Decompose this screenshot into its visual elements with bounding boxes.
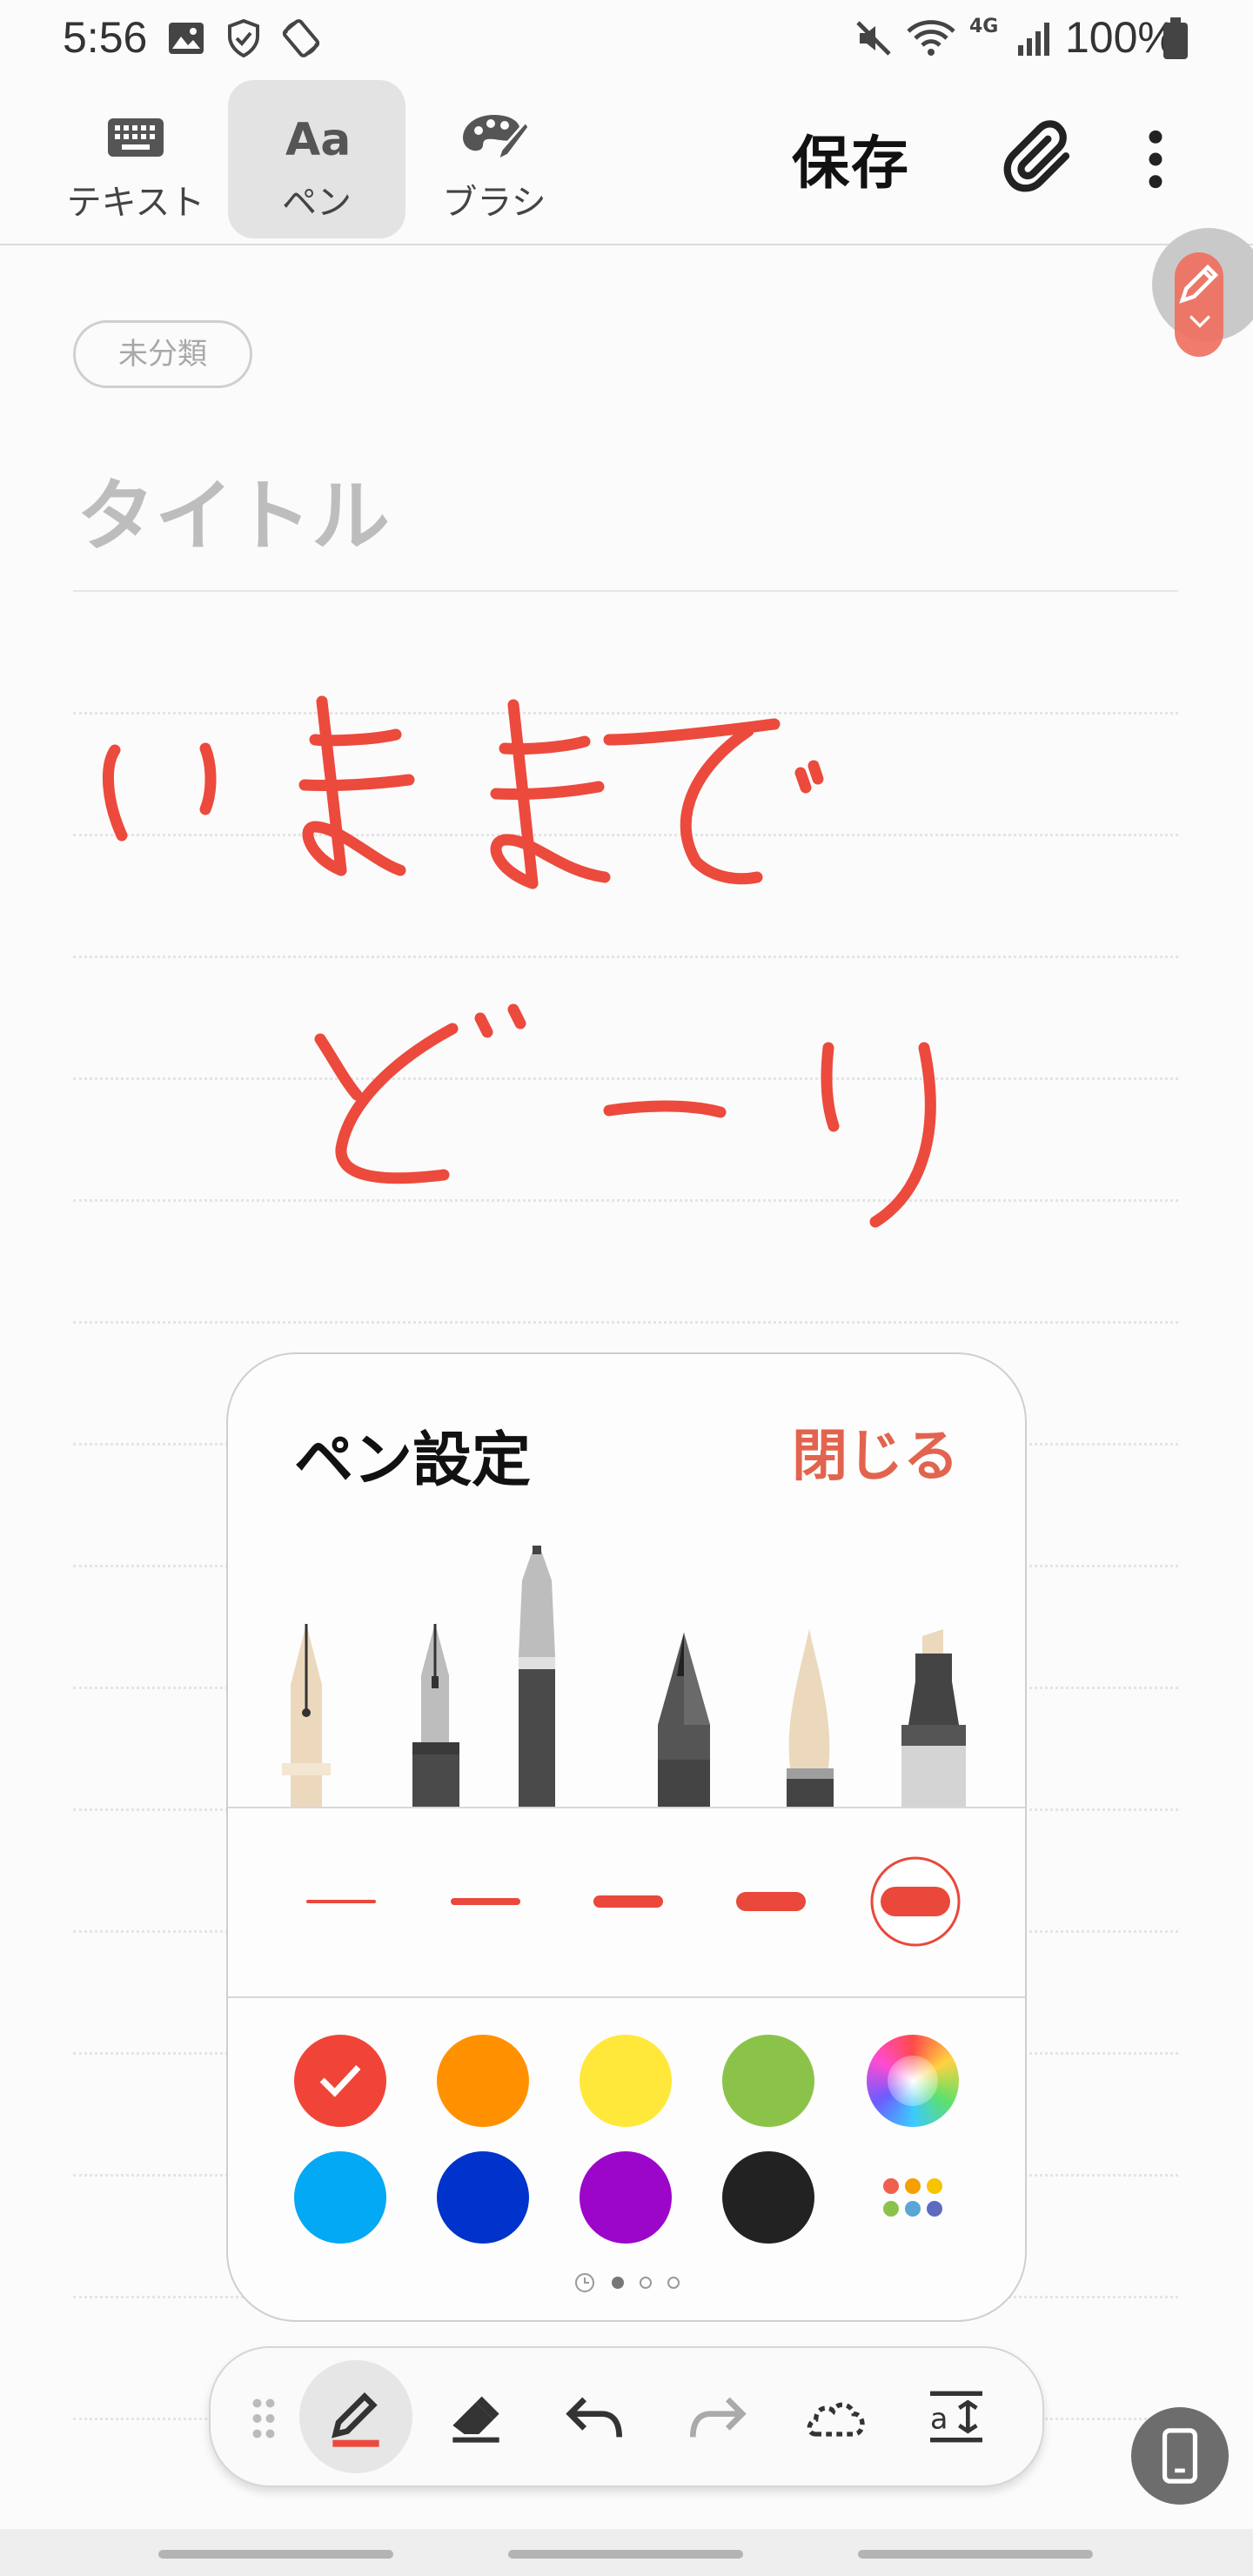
recent-colors-icon[interactable] [575,2273,594,2292]
text-convert-button[interactable]: a [900,2360,1013,2473]
tab-brush[interactable]: ブラシ [405,80,583,238]
battery-icon [1163,17,1188,59]
panel-title: ペン設定 [294,1426,532,1495]
page-dot[interactable] [667,2277,680,2289]
rotate-icon [282,19,320,57]
nav-home-button[interactable] [508,2550,743,2559]
eraser-icon [452,2396,499,2443]
keyboard-icon [108,118,164,157]
check-icon [319,2065,361,2097]
text-aa-icon: Aa [285,114,351,166]
size-option-4[interactable] [736,1892,806,1911]
color-orange[interactable] [437,2035,529,2127]
pen-settings-panel: ペン設定 閉じる [226,1352,1027,2322]
signal-icon [1018,23,1049,56]
status-bar: 5:56 4G 100% [0,0,1253,77]
status-time: 5:56 [63,13,148,62]
title-input[interactable]: タイトル [77,453,390,566]
undo-button[interactable] [539,2360,653,2473]
color-purple[interactable] [580,2151,672,2244]
phone-icon [1162,2428,1198,2484]
ink-strokes [103,695,936,1228]
ruled-line [73,1321,1178,1324]
color-red[interactable] [294,2035,386,2127]
wifi-icon [907,20,955,56]
category-chip[interactable]: 未分類 [73,320,252,388]
pen-type-selector [282,1546,966,1807]
tab-label: テキスト [66,183,205,223]
bottom-toolbar: a [209,2346,1044,2487]
svg-text:Aa: Aa [285,114,351,166]
pen-calligraphy-icon[interactable] [787,1629,834,1807]
pen-tool-button[interactable] [299,2360,412,2473]
lasso-button[interactable] [780,2360,893,2473]
text-convert-icon: a [930,2391,982,2443]
nav-recent-button[interactable] [158,2550,393,2559]
redo-button[interactable] [660,2360,773,2473]
close-button[interactable]: 閉じる [792,1412,959,1492]
pen-marker-icon[interactable] [901,1629,966,1807]
pen-fountain-light-icon[interactable] [282,1624,331,1807]
network-type: 4G [969,16,999,37]
top-toolbar: テキスト Aa ペン ブラシ 保存 [0,77,1253,245]
battery-percent: 100% [1065,13,1176,62]
page-dot-active[interactable] [612,2277,624,2289]
paperclip-icon[interactable] [1001,120,1079,198]
color-black[interactable] [722,2151,814,2244]
color-light-blue[interactable] [294,2151,386,2244]
spectrum-center [888,2056,938,2106]
floating-pen-handle[interactable] [1152,228,1253,357]
page-dot[interactable] [640,2277,652,2289]
svg-text:a: a [930,2401,948,2435]
pen-fountain-icon[interactable] [412,1624,459,1807]
chevron-down-icon [1189,315,1210,328]
tab-text[interactable]: テキスト [47,80,224,238]
pen-size-selector [306,1856,961,1947]
screen-mode-button[interactable] [1131,2407,1229,2505]
pen-pencil-icon[interactable] [658,1633,710,1807]
more-vertical-icon[interactable] [1129,129,1182,190]
more-colors-icon[interactable] [867,2151,959,2244]
size-option-1[interactable] [306,1900,376,1903]
color-blue[interactable] [437,2151,529,2244]
size-option-3[interactable] [593,1895,663,1908]
lasso-icon [807,2402,865,2437]
redo-icon [690,2397,747,2438]
tab-pen[interactable]: Aa ペン [228,80,405,238]
size-option-2[interactable] [451,1898,520,1905]
palette-brush-icon [463,115,529,163]
mute-icon [856,21,891,56]
pencil-icon [1179,264,1219,304]
undo-icon [566,2397,622,2438]
navigation-bar [0,2529,1253,2576]
shield-icon [228,18,259,58]
page-indicator [575,2273,680,2292]
pen-ballpoint-icon[interactable] [519,1546,555,1807]
tab-label: ブラシ [442,183,546,223]
panel-divider [228,1996,1025,1998]
color-spectrum-picker[interactable] [867,2035,959,2127]
title-divider [73,590,1178,592]
eraser-button[interactable] [419,2360,533,2473]
handwriting-canvas[interactable] [0,609,1253,1305]
color-green[interactable] [722,2035,814,2127]
save-button[interactable]: 保存 [792,117,910,200]
pen-icon [332,2392,379,2447]
size-option-5[interactable] [870,1856,961,1947]
color-yellow[interactable] [580,2035,672,2127]
drag-handle-icon[interactable] [251,2397,277,2440]
image-icon [169,23,204,54]
tab-label: ペン [282,183,352,223]
nav-back-button[interactable] [858,2550,1093,2559]
